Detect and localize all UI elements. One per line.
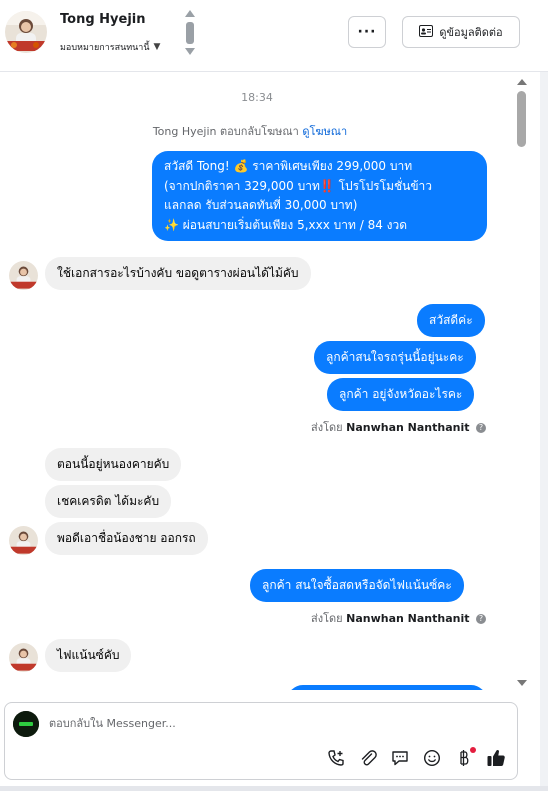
info-icon[interactable]: ? (476, 614, 486, 624)
message-bubble-outgoing[interactable]: สวัสดี Tong! 💰 ราคาพิเศษเพียง 299,000 บา… (152, 151, 487, 241)
arrow-up-icon[interactable] (517, 79, 527, 85)
sent-by-prefix: ส่งโดย (311, 421, 343, 434)
composer-toolbar (325, 747, 507, 769)
message-bubble-incoming[interactable]: พอดีเอาชื่อน้องชาย ออกรถ (45, 522, 208, 555)
payment-icon[interactable] (453, 747, 476, 769)
message-bubble-outgoing[interactable]: ลูกค้า สนใจซื้อสดหรือจัดไฟแน้นซ์คะ (250, 569, 464, 602)
scroll-thumb[interactable] (517, 91, 526, 147)
window-bottom-edge (0, 786, 548, 791)
arrow-down-icon[interactable] (185, 48, 195, 55)
message-thread[interactable]: 18:34 Tong Hyejin ตอบกลับโฆษณา ดูโฆษณา ส… (0, 73, 514, 690)
contact-avatar[interactable] (5, 11, 47, 53)
scroll-thumb[interactable] (186, 22, 194, 44)
contact-name[interactable]: Tong Hyejin (60, 12, 146, 27)
arrow-up-icon[interactable] (185, 10, 195, 17)
contact-avatar-small[interactable] (9, 526, 38, 555)
reply-composer (4, 702, 518, 780)
message-bubble-incoming[interactable]: ไฟแน้นซ์คับ (45, 639, 132, 672)
saved-reply-icon[interactable] (389, 747, 411, 769)
view-contact-button[interactable]: ดูข้อมูลติดต่อ (402, 16, 520, 48)
emoji-icon[interactable] (421, 747, 443, 769)
arrow-down-icon[interactable] (517, 680, 527, 686)
window-edge (540, 0, 548, 791)
message-line: สวัสดี Tong! 💰 ราคาพิเศษเพียง 299,000 บา… (164, 159, 413, 173)
contact-avatar-small[interactable] (9, 643, 38, 672)
thread-scrollbar[interactable] (514, 73, 530, 690)
sender-name: Nanwhan Nanthanit (346, 612, 470, 625)
sent-by-prefix: ส่งโดย (311, 612, 343, 625)
contact-card-icon (419, 24, 434, 40)
header-scroll-control[interactable] (184, 8, 196, 56)
ad-reply-note: Tong Hyejin ตอบกลับโฆษณา ดูโฆษณา (0, 122, 500, 140)
assign-conversation-dropdown[interactable]: มอบหมายการสนทนานี้ ▼ (60, 40, 160, 54)
conversation-header: Tong Hyejin มอบหมายการสนทนานี้ ▼ ··· ดูข… (0, 0, 548, 72)
reply-input[interactable] (49, 717, 349, 730)
notification-dot (470, 747, 476, 753)
message-line: แลกลด รับส่วนลดทันที่ 30,000 บาท) (164, 198, 358, 212)
message-bubble-outgoing[interactable]: ลูกค้า อยู่จังหวัดอะไรคะ (327, 378, 475, 411)
ad-reply-prefix: Tong Hyejin ตอบกลับโฆษณา (152, 125, 299, 138)
sender-name: Nanwhan Nanthanit (346, 421, 470, 434)
message-bubble-incoming[interactable]: เชคเครดิต ได้มะคับ (45, 485, 172, 518)
message-line: ✨ ผ่อนสบายเริ่มต้นเพียง 5,xxx บาท / 84 ง… (164, 217, 408, 232)
message-bubble-outgoing[interactable]: ลูกค้าสนใจรถรุ่นนี้อยู่นะคะ (314, 341, 476, 374)
caret-down-icon: ▼ (153, 42, 161, 52)
contact-avatar-small[interactable] (9, 261, 38, 290)
thumbs-up-icon[interactable] (485, 747, 507, 769)
info-icon[interactable]: ? (476, 423, 486, 433)
view-ad-link[interactable]: ดูโฆษณา (302, 125, 347, 138)
sent-by-label: ส่งโดย Nanwhan Nanthanit ? (311, 418, 486, 436)
phone-plus-icon[interactable] (325, 747, 347, 769)
assign-label: มอบหมายการสนทนานี้ (60, 43, 150, 53)
view-contact-label: ดูข้อมูลติดต่อ (439, 26, 503, 39)
message-bubble-outgoing-partial[interactable] (287, 685, 487, 690)
page-avatar (13, 711, 39, 737)
message-bubble-outgoing[interactable]: สวัสดีค่ะ (417, 304, 485, 337)
attachment-icon[interactable] (357, 747, 379, 769)
timestamp: 18:34 (241, 91, 273, 104)
message-line: (จากปกติราคา 329,000 บาท‼️ โปรโปรโมชั่นข… (164, 178, 433, 193)
sent-by-label: ส่งโดย Nanwhan Nanthanit ? (311, 609, 486, 627)
message-bubble-incoming[interactable]: ตอนนี้อยู่หนองคายคับ (45, 448, 182, 481)
more-options-button[interactable]: ··· (348, 16, 386, 48)
message-bubble-incoming[interactable]: ใช้เอกสารอะไรบ้างคับ ขอดูตารางผ่อนได้ไม้… (45, 257, 311, 290)
